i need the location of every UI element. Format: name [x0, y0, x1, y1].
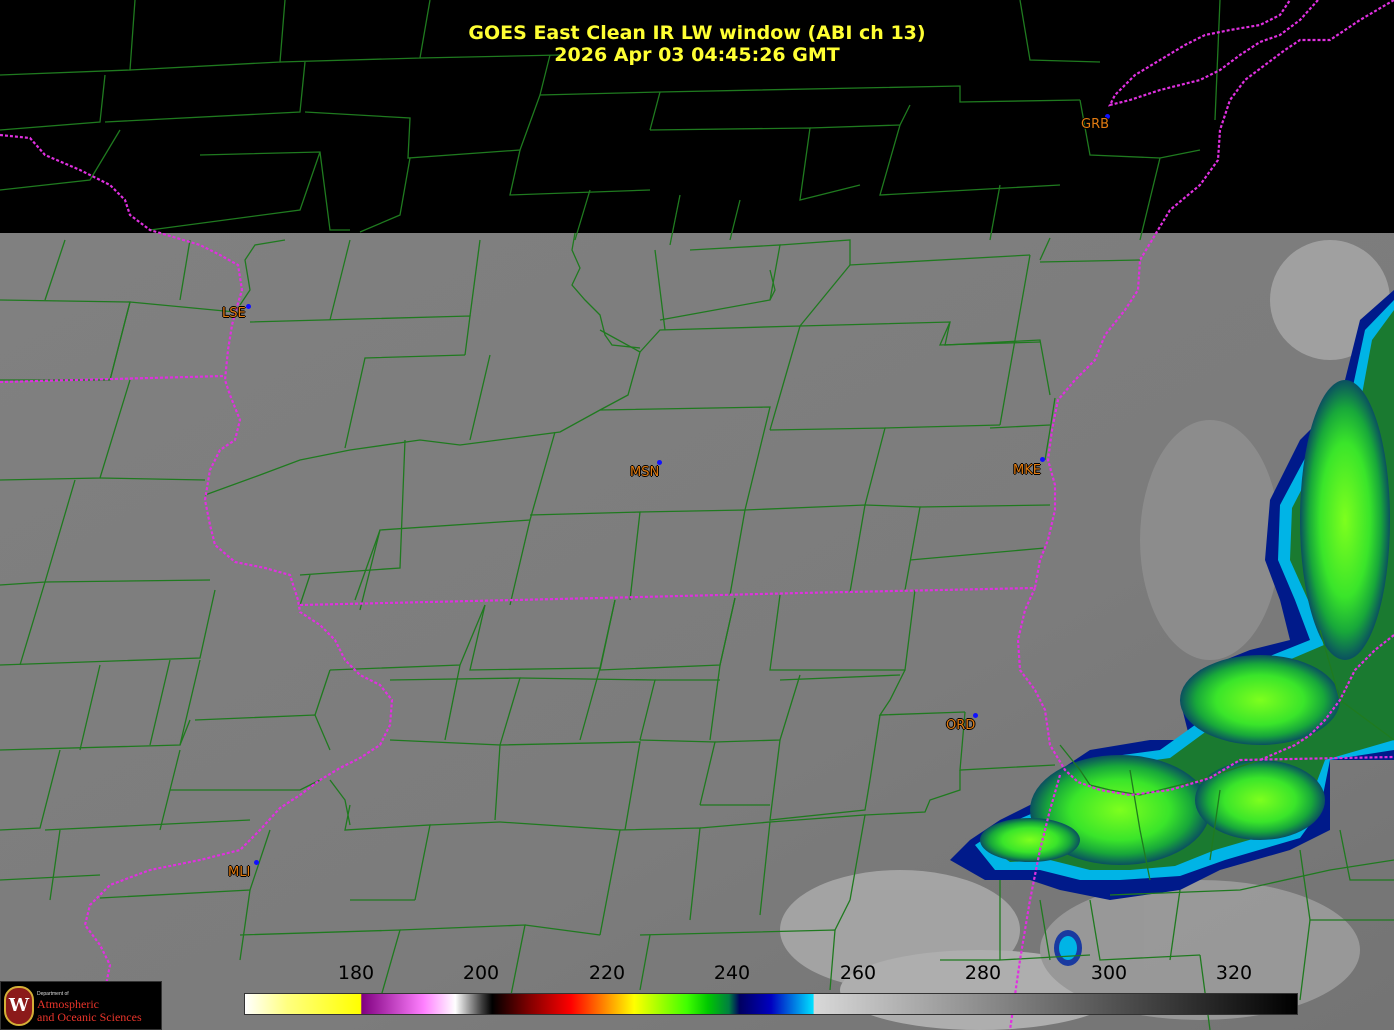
colorbar-tick-180: 180 — [337, 962, 375, 984]
colorbar-tick-220: 220 — [588, 962, 626, 984]
product-timestamp: 2026 Apr 03 04:45:26 GMT — [554, 44, 840, 66]
city-label-mke: MKE — [1013, 463, 1041, 478]
product-title: GOES East Clean IR LW window (ABI ch 13) — [468, 22, 926, 44]
city-marker-mli — [254, 860, 259, 865]
map-canvas — [0, 0, 1394, 1030]
colorbar-tick-320: 320 — [1215, 962, 1253, 984]
city-label-mli: MLI — [228, 865, 251, 880]
uw-seal-icon: W — [4, 986, 34, 1026]
logo-line-2: and Oceanic Sciences — [37, 1010, 142, 1024]
city-label-msn: MSN — [630, 465, 660, 480]
satellite-map-viewer: GOES East Clean IR LW window (ABI ch 13)… — [0, 0, 1394, 1030]
colorbar-tick-300: 300 — [1090, 962, 1128, 984]
temperature-colorbar — [244, 993, 1298, 1015]
colorbar-tick-240: 240 — [713, 962, 751, 984]
city-marker-lse — [246, 304, 251, 309]
colorbar-tick-200: 200 — [462, 962, 500, 984]
colorbar-tick-260: 260 — [839, 962, 877, 984]
city-label-ord: ORD — [946, 718, 976, 733]
city-marker-mke — [1040, 457, 1045, 462]
aos-logo: W Department of Atmospheric and Oceanic … — [0, 981, 162, 1030]
city-label-lse: LSE — [222, 306, 246, 321]
city-label-grb: GRB — [1081, 117, 1110, 132]
colorbar-tick-280: 280 — [964, 962, 1002, 984]
